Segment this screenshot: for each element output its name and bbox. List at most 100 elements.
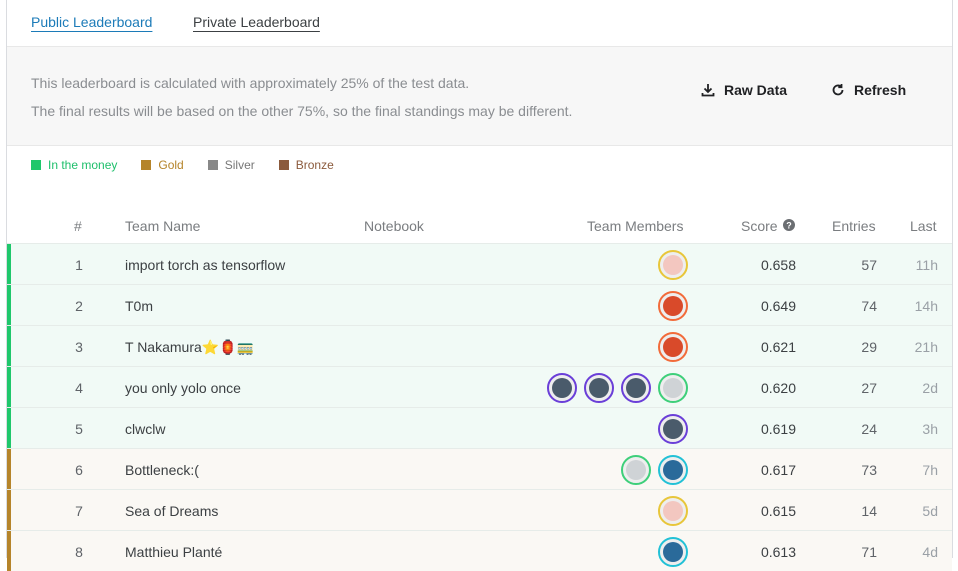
col-score-label: Score	[741, 218, 778, 234]
avatar-orange-icon[interactable]	[658, 291, 688, 321]
rank-cell: 7	[75, 503, 83, 519]
score-cell: 0.658	[760, 257, 796, 273]
bronze-swatch	[278, 160, 289, 170]
refresh-icon	[831, 83, 845, 97]
table-row[interactable]: 3 T Nakamura⭐🏮🚃 0.621 29 21h	[7, 325, 952, 366]
rank-cell: 2	[75, 298, 83, 314]
table-row[interactable]: 8 Matthieu Planté 0.613 71 4d	[7, 530, 952, 571]
silver-swatch	[207, 160, 218, 170]
tier-bar	[7, 531, 11, 571]
team-name[interactable]: T0m	[125, 298, 153, 314]
team-name[interactable]: T Nakamura⭐🏮🚃	[125, 339, 254, 356]
col-entries: Entries	[832, 218, 876, 234]
medal-legend: In the money Gold Silver Bronze	[31, 158, 358, 172]
col-last: Last	[910, 218, 937, 234]
tier-bar	[7, 449, 11, 489]
download-icon	[701, 83, 715, 97]
legend-gold: Gold	[141, 158, 184, 172]
tier-bar	[7, 490, 11, 530]
score-cell: 0.649	[760, 298, 796, 314]
tier-bar	[7, 408, 11, 448]
table-row[interactable]: 1 import torch as tensorflow 0.658 57 11h	[7, 243, 952, 284]
avatar-photo	[552, 378, 572, 398]
avatar-teal-icon[interactable]	[658, 537, 688, 567]
avatar-orange-icon[interactable]	[658, 332, 688, 362]
team-name[interactable]: import torch as tensorflow	[125, 257, 285, 273]
gold-swatch	[141, 160, 152, 170]
avatar-teal-icon[interactable]	[658, 455, 688, 485]
avatar-photo	[663, 378, 683, 398]
avatar-photo	[663, 255, 683, 275]
avatar-purple-icon[interactable]	[547, 373, 577, 403]
avatar-photo	[626, 378, 646, 398]
entries-cell: 27	[861, 380, 877, 396]
score-cell: 0.619	[760, 421, 796, 437]
rank-cell: 1	[75, 257, 83, 273]
col-team-name[interactable]: Team Name	[125, 218, 200, 234]
entries-cell: 74	[861, 298, 877, 314]
tier-bar	[7, 367, 11, 407]
rank-cell: 3	[75, 339, 83, 355]
avatar-green-icon[interactable]	[658, 373, 688, 403]
last-cell: 21h	[914, 339, 938, 355]
entries-cell: 29	[861, 339, 877, 355]
tab-public-leaderboard[interactable]: Public Leaderboard	[31, 14, 152, 30]
avatar-photo	[663, 542, 683, 562]
avatar-purple-icon[interactable]	[658, 414, 688, 444]
legend-silver: Silver	[207, 158, 255, 172]
money-swatch	[31, 160, 41, 170]
refresh-button[interactable]: Refresh	[831, 82, 906, 98]
rank-cell: 6	[75, 462, 83, 478]
table-row[interactable]: 4 you only yolo once 0.620 27 2d	[7, 366, 952, 407]
table-row[interactable]: 6 Bottleneck:(0.617 73 7h	[7, 448, 952, 489]
legend-bronze: Bronze	[278, 158, 334, 172]
team-name[interactable]: clwclw	[125, 421, 165, 437]
avatar-purple-icon[interactable]	[621, 373, 651, 403]
entries-cell: 14	[861, 503, 877, 519]
col-team-members: Team Members	[587, 218, 684, 234]
raw-data-label: Raw Data	[724, 82, 788, 98]
score-cell: 0.615	[760, 503, 796, 519]
last-cell: 3h	[922, 421, 938, 437]
avatar-gold-icon[interactable]	[658, 496, 688, 526]
col-score[interactable]: Score ?	[741, 218, 795, 234]
table-row[interactable]: 7 Sea of Dreams 0.615 14 5d	[7, 489, 952, 530]
last-cell: 5d	[922, 503, 938, 519]
help-icon[interactable]: ?	[782, 218, 795, 234]
entries-cell: 57	[861, 257, 877, 273]
tab-private-leaderboard[interactable]: Private Leaderboard	[193, 14, 320, 30]
avatar-photo	[589, 378, 609, 398]
avatar-gold-icon[interactable]	[658, 250, 688, 280]
notice-line-1: This leaderboard is calculated with appr…	[31, 75, 470, 91]
score-cell: 0.621	[760, 339, 796, 355]
table-row[interactable]: 5 clwclw 0.619 24 3h	[7, 407, 952, 448]
team-name[interactable]: Bottleneck:(	[125, 462, 199, 478]
score-cell: 0.620	[760, 380, 796, 396]
leaderboard-panel: Public Leaderboard Private Leaderboard T…	[6, 0, 953, 571]
avatar-purple-icon[interactable]	[584, 373, 614, 403]
raw-data-button[interactable]: Raw Data	[701, 82, 787, 98]
last-cell: 14h	[914, 298, 938, 314]
refresh-label: Refresh	[854, 82, 907, 98]
team-name[interactable]: Sea of Dreams	[125, 503, 218, 519]
score-cell: 0.617	[760, 462, 796, 478]
col-rank: #	[74, 218, 82, 234]
tier-bar	[7, 244, 11, 284]
tab-bar: Public Leaderboard Private Leaderboard	[7, 0, 952, 46]
entries-cell: 24	[861, 421, 877, 437]
leaderboard-notice: This leaderboard is calculated with appr…	[7, 46, 952, 146]
tier-bar	[7, 285, 11, 325]
last-cell: 11h	[915, 257, 938, 273]
avatar-photo	[626, 460, 646, 480]
last-cell: 7h	[922, 462, 938, 478]
avatar-photo	[663, 501, 683, 521]
avatar-green-icon[interactable]	[621, 455, 651, 485]
table-row[interactable]: 2 T0m 0.649 74 14h	[7, 284, 952, 325]
tier-bar	[7, 326, 11, 366]
avatar-photo	[663, 296, 683, 316]
avatar-photo	[663, 460, 683, 480]
rank-cell: 5	[75, 421, 83, 437]
team-name[interactable]: you only yolo once	[125, 380, 241, 396]
last-cell: 2d	[922, 380, 938, 396]
avatar-photo	[663, 419, 683, 439]
